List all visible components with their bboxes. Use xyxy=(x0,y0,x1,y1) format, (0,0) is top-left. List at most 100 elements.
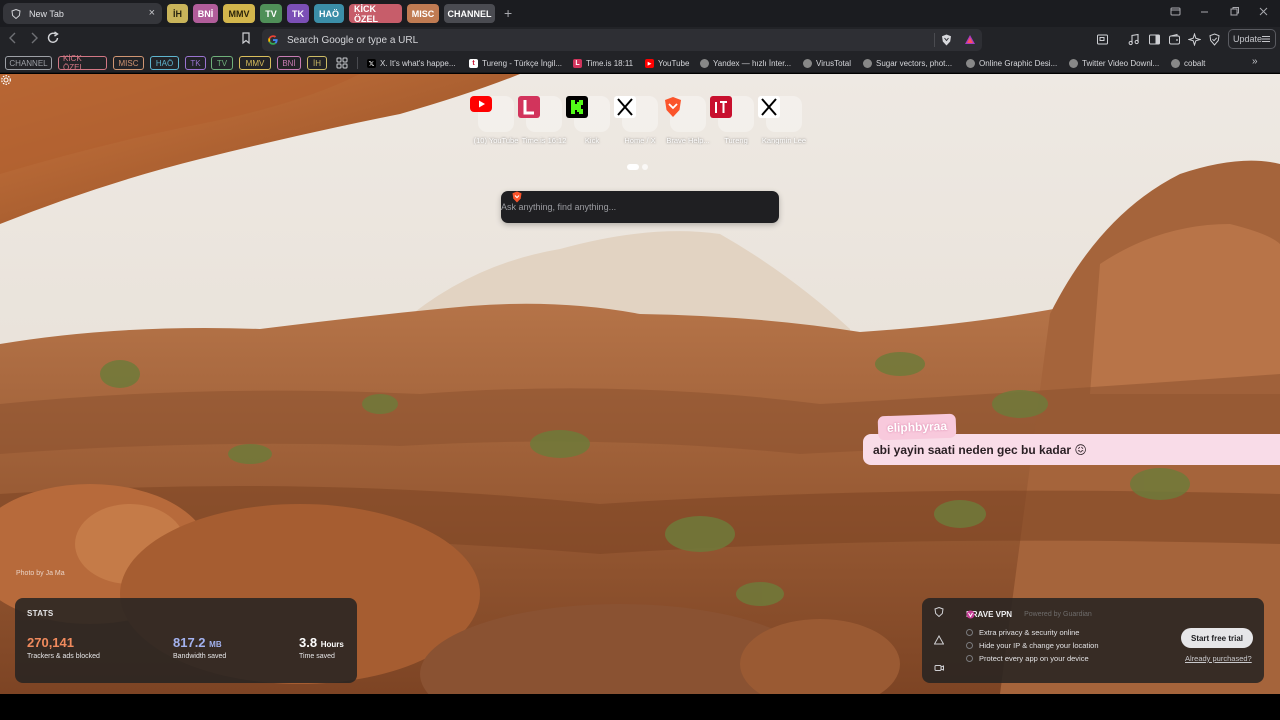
bookmark-group-ih[interactable]: İH xyxy=(307,56,327,70)
vpn-logo-icon xyxy=(966,610,975,619)
vpn-powered-by: Powered by Guardian xyxy=(1024,611,1092,618)
bookmark-group-mmv[interactable]: MMV xyxy=(239,56,271,70)
bookmarks-overflow-icon[interactable]: » xyxy=(1252,56,1258,67)
reload-icon[interactable] xyxy=(47,31,60,45)
bookmark-group-kick-ozel[interactable]: KİCK ÖZEL xyxy=(58,54,107,72)
bookmark-label: cobalt xyxy=(1184,59,1206,68)
back-icon[interactable] xyxy=(8,31,18,45)
x-icon xyxy=(614,96,658,132)
forward-icon[interactable] xyxy=(29,31,39,45)
top-site-youtube[interactable]: (10) YouTube xyxy=(470,96,522,145)
wallet-icon[interactable] xyxy=(1168,33,1181,46)
already-purchased-link[interactable]: Already purchased? xyxy=(1185,654,1252,663)
tab-new-tab[interactable]: New Tab × xyxy=(3,3,162,24)
bookmark-icon[interactable] xyxy=(241,31,251,45)
pager-dot-active[interactable] xyxy=(627,164,639,170)
bookmark-cobalt[interactable]: cobalt xyxy=(1171,57,1205,70)
restore-icon[interactable] xyxy=(1229,6,1240,17)
top-site-label: Kick xyxy=(584,136,600,145)
bandwidth-caption: Bandwidth saved xyxy=(173,653,227,660)
rewards-icon[interactable] xyxy=(934,635,944,645)
start-free-trial-button[interactable]: Start free trial xyxy=(1181,628,1253,648)
address-bar[interactable]: Search Google or type a URL xyxy=(262,29,982,51)
bookmark-label: Online Graphic Desi... xyxy=(979,59,1058,68)
bookmark-group-tk[interactable]: TK xyxy=(185,56,206,70)
bookmark-x[interactable]: 𝕏 X. It's what's happe... xyxy=(367,57,456,70)
update-label: Update xyxy=(1233,34,1263,44)
globe-icon xyxy=(863,59,872,68)
bookmark-tureng[interactable]: t Tureng - Türkçe İngil... xyxy=(469,57,562,70)
time-caption: Time saved xyxy=(299,653,335,660)
gear-icon[interactable] xyxy=(0,74,12,86)
bookmark-label: VirusTotal xyxy=(816,59,851,68)
top-sites-pager[interactable] xyxy=(627,164,648,170)
bookmark-twitter-video[interactable]: Twitter Video Downl... xyxy=(1069,57,1159,70)
bookmark-group-hao[interactable]: HAÖ xyxy=(150,56,179,70)
tab-close-icon[interactable]: × xyxy=(149,7,155,19)
globe-icon xyxy=(803,59,812,68)
tab-search-icon[interactable] xyxy=(1170,6,1181,17)
bookmark-virustotal[interactable]: VirusTotal xyxy=(803,57,851,70)
bookmark-group-tv[interactable]: TV xyxy=(211,56,233,70)
stats-title: STATS xyxy=(27,609,54,618)
bookmark-group-bni[interactable]: BNİ xyxy=(277,56,301,70)
menu-icon xyxy=(1262,36,1270,42)
stat-trackers: 270,141 Trackers & ads blocked xyxy=(27,635,100,660)
bookmark-timeis[interactable]: L Time.is 18:11 xyxy=(573,57,633,70)
tab-group-channel[interactable]: CHANNEL xyxy=(444,4,495,23)
shield-icon[interactable] xyxy=(934,607,944,617)
bookmark-sugar[interactable]: Sugar vectors, phot... xyxy=(863,57,952,70)
tab-group-tk[interactable]: TK xyxy=(287,4,309,23)
top-site-home-x[interactable]: Home / X xyxy=(614,96,666,145)
bookmark-yandex[interactable]: Yandex — hızlı İnter... xyxy=(700,57,791,70)
tab-group-mmv[interactable]: MMV xyxy=(223,4,255,23)
top-site-kangmin-lee[interactable]: Kangmin Lee xyxy=(758,96,810,145)
photo-credit[interactable]: Photo by Ja Ma xyxy=(16,570,65,577)
minimize-icon[interactable] xyxy=(1199,6,1210,17)
brave-shields-icon[interactable] xyxy=(941,34,952,46)
globe-icon xyxy=(1069,59,1078,68)
tab-group-bni[interactable]: BNİ xyxy=(193,4,218,23)
bookmark-label: Yandex — hızlı İnter... xyxy=(713,59,792,68)
bookmarks-divider xyxy=(357,57,358,69)
tab-group-misc[interactable]: MISC xyxy=(407,4,439,23)
bookmark-label: Twitter Video Downl... xyxy=(1082,59,1160,68)
talk-icon[interactable] xyxy=(934,663,944,673)
apps-grid-icon[interactable] xyxy=(336,57,348,69)
top-site-label: Brave Help... xyxy=(666,136,710,145)
address-divider xyxy=(934,33,935,47)
media-icon[interactable] xyxy=(1127,33,1140,46)
leo-ai-icon[interactable] xyxy=(1188,33,1201,46)
new-tab-button[interactable]: + xyxy=(504,5,512,21)
shield-icon xyxy=(11,8,21,19)
chat-username: eliphbyraa xyxy=(877,413,957,441)
bookmark-label: Time.is 18:11 xyxy=(586,59,634,68)
timeis-icon xyxy=(518,96,562,132)
vpn-feature: Protect every app on your device xyxy=(966,654,1089,663)
tab-group-hao[interactable]: HAÖ xyxy=(314,4,344,23)
sidebar-icon[interactable] xyxy=(1148,33,1161,46)
top-site-timeis[interactable]: Time.is 16:12 xyxy=(518,96,570,145)
ask-search-box[interactable]: Ask anything, find anything... xyxy=(501,191,779,223)
bookmark-group-misc[interactable]: MISC xyxy=(113,56,144,70)
tab-group-tv[interactable]: TV xyxy=(260,4,282,23)
top-site-brave-help[interactable]: Brave Help... xyxy=(662,96,714,145)
tab-group-kick-ozel[interactable]: KİCK ÖZEL xyxy=(349,4,402,24)
close-window-icon[interactable] xyxy=(1258,6,1269,17)
taskbar-strip xyxy=(0,694,1280,720)
reader-mode-icon[interactable] xyxy=(1096,33,1109,46)
bookmark-youtube[interactable]: ▶ YouTube xyxy=(645,57,689,70)
brave-rewards-icon[interactable] xyxy=(964,34,976,46)
top-site-kick[interactable]: Kick xyxy=(566,96,618,145)
top-site-tureng[interactable]: Tureng xyxy=(710,96,762,145)
vpn-shield-icon[interactable] xyxy=(1208,33,1221,46)
bookmark-online-graphic[interactable]: Online Graphic Desi... xyxy=(966,57,1057,70)
update-button[interactable]: Update xyxy=(1228,29,1276,49)
top-site-label: Kangmin Lee xyxy=(761,136,807,145)
x-icon: 𝕏 xyxy=(367,59,376,68)
bookmark-group-channel[interactable]: CHANNEL xyxy=(5,56,52,70)
tab-group-ih[interactable]: İH xyxy=(167,4,188,23)
timeis-icon: L xyxy=(573,59,582,68)
pager-dot[interactable] xyxy=(642,164,648,170)
tureng-icon xyxy=(710,96,754,132)
